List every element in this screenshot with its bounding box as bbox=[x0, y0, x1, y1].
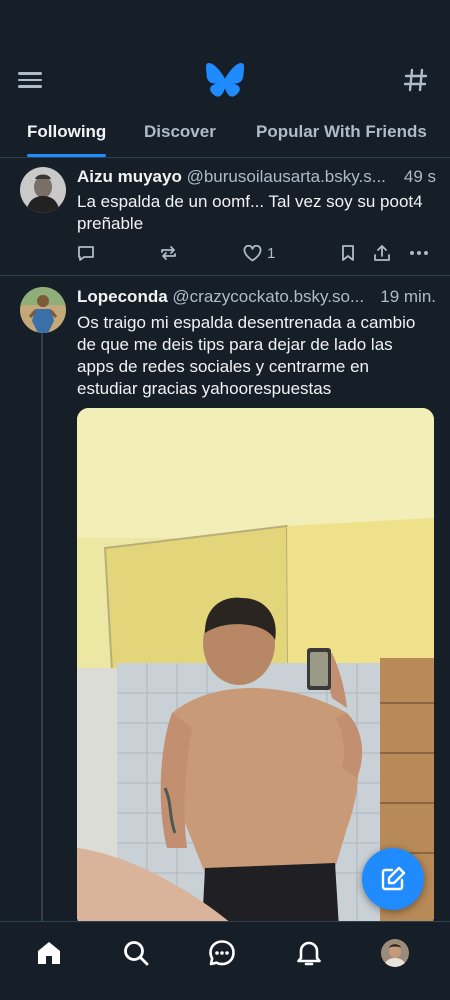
post-timestamp[interactable]: 19 min. bbox=[378, 287, 436, 307]
bell-icon[interactable] bbox=[292, 936, 326, 970]
avatar[interactable] bbox=[20, 287, 66, 333]
compose-button[interactable] bbox=[362, 848, 424, 910]
post-text: Os traigo mi espalda desentrenada a camb… bbox=[77, 313, 416, 398]
thread-line bbox=[41, 333, 43, 1000]
home-icon[interactable] bbox=[32, 936, 66, 970]
author-name[interactable]: Aizu muyayo bbox=[77, 167, 182, 186]
like-count: 1 bbox=[267, 244, 276, 262]
tab-popular-label: Popular With Friends bbox=[256, 122, 427, 141]
tab-popular-with-friends[interactable]: Popular With Friends bbox=[256, 110, 427, 157]
heart-icon bbox=[243, 244, 262, 261]
tab-following-label: Following bbox=[27, 122, 107, 141]
feed-post[interactable]: Aizu muyayo @burusoilausarta.bsky.s... 4… bbox=[0, 158, 450, 276]
post-header: Lopeconda @crazycockato.bsky.so... 19 mi… bbox=[77, 287, 436, 307]
active-tab-indicator bbox=[27, 154, 107, 157]
post-actions: 1 bbox=[77, 242, 437, 264]
post-text: La espalda de un oomf... Tal vez soy su … bbox=[77, 192, 423, 233]
more-options-icon[interactable] bbox=[409, 242, 429, 264]
like-button[interactable]: 1 bbox=[243, 242, 275, 264]
post-header: Aizu muyayo @burusoilausarta.bsky.s... 4… bbox=[77, 167, 436, 187]
avatar[interactable] bbox=[20, 167, 66, 213]
tab-following[interactable]: Following bbox=[27, 110, 107, 157]
author-handle[interactable]: @burusoilausarta.bsky.s... bbox=[187, 167, 386, 186]
tab-discover[interactable]: Discover bbox=[144, 110, 216, 157]
share-icon[interactable] bbox=[373, 242, 391, 264]
feed-tabs: Following Discover Popular With Friends bbox=[0, 110, 450, 158]
bottom-navigation bbox=[0, 921, 450, 1000]
repost-icon[interactable] bbox=[159, 242, 178, 264]
hashtag-icon[interactable] bbox=[402, 66, 430, 94]
compose-icon bbox=[381, 866, 406, 891]
app-root: Following Discover Popular With Friends … bbox=[0, 0, 450, 1000]
top-bar bbox=[0, 0, 450, 110]
author-handle[interactable]: @crazycockato.bsky.so... bbox=[172, 287, 364, 306]
reply-icon[interactable] bbox=[77, 242, 95, 264]
chat-icon[interactable] bbox=[205, 936, 239, 970]
search-icon[interactable] bbox=[119, 936, 153, 970]
hamburger-menu-icon[interactable] bbox=[18, 68, 46, 94]
bookmark-icon[interactable] bbox=[340, 242, 356, 264]
butterfly-logo[interactable] bbox=[206, 63, 245, 97]
tab-discover-label: Discover bbox=[144, 122, 216, 141]
profile-avatar[interactable] bbox=[378, 936, 412, 970]
author-name[interactable]: Lopeconda bbox=[77, 287, 168, 306]
post-timestamp[interactable]: 49 s bbox=[401, 167, 436, 187]
